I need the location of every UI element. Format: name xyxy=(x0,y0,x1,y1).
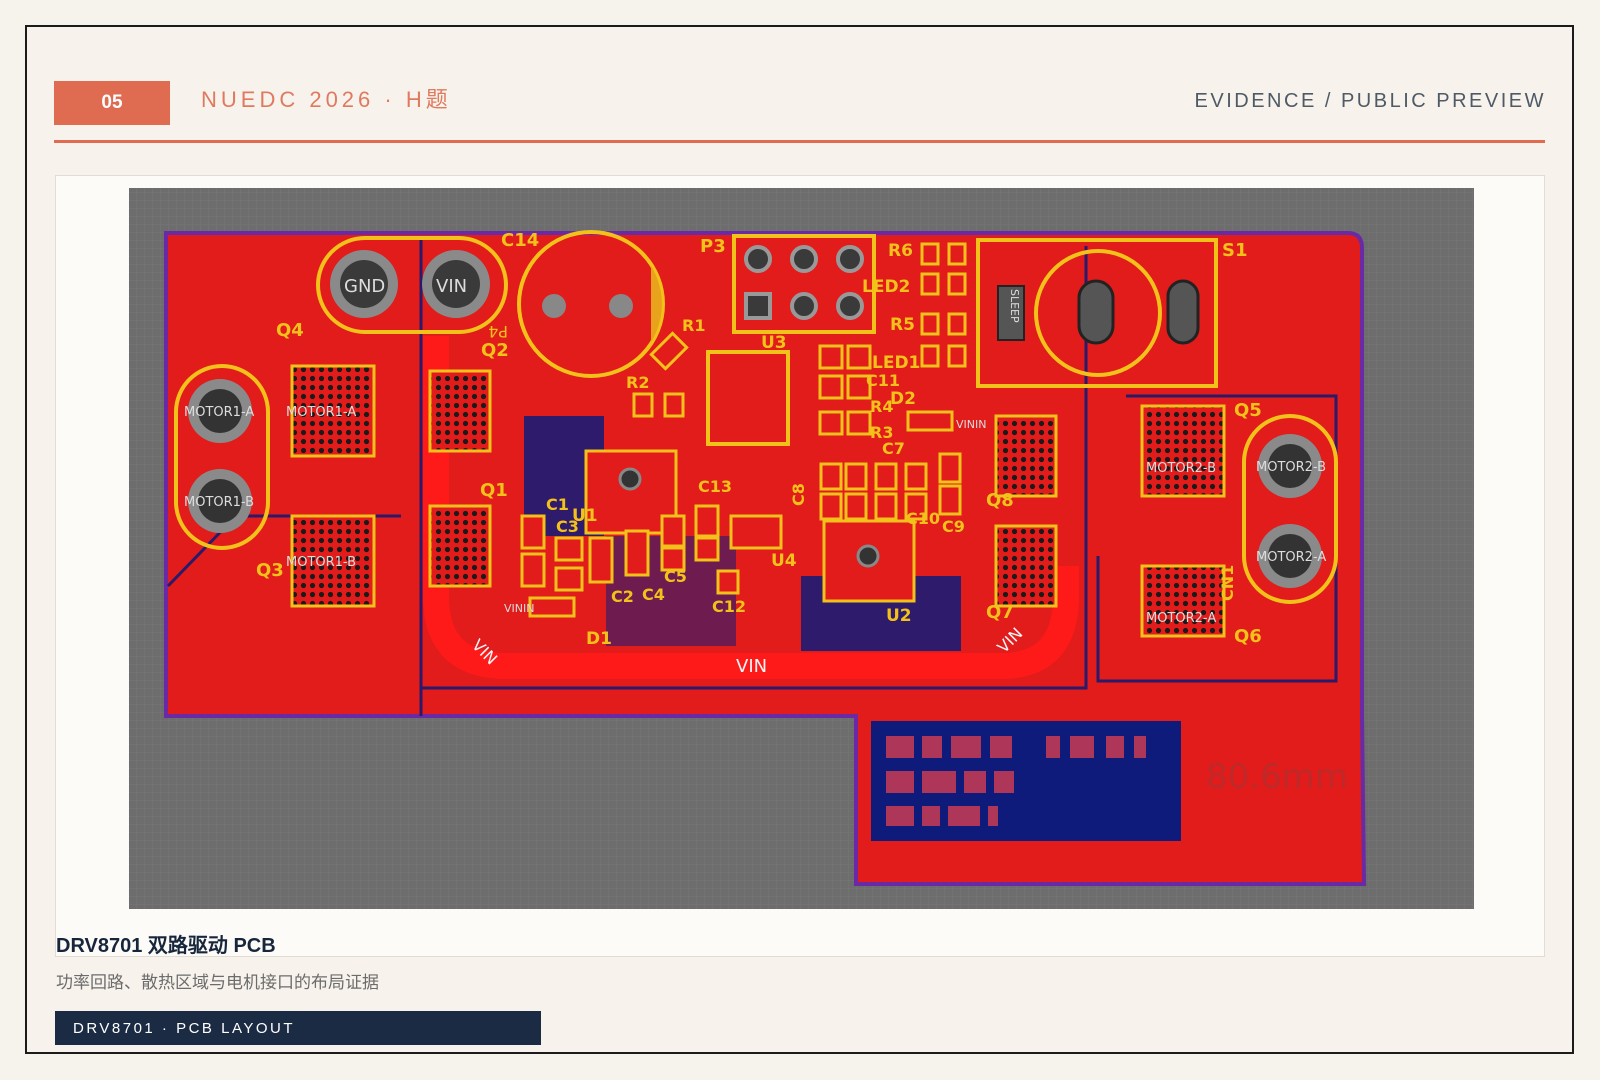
c2-label: C2 xyxy=(611,587,634,606)
mosfet-q1 xyxy=(428,504,492,588)
mosfet-q8 xyxy=(994,414,1058,498)
r2-label: R2 xyxy=(626,373,649,392)
q7-label: Q7 xyxy=(986,602,1014,623)
mosfet-q2 xyxy=(428,369,492,453)
header-title: NUEDC 2026 · H题 xyxy=(201,87,452,112)
c8-label: C8 xyxy=(789,483,808,506)
s1-label: S1 xyxy=(1222,240,1248,261)
led1-label: LED1 xyxy=(872,353,920,373)
led2-label: LED2 xyxy=(862,277,910,297)
c3-label: C3 xyxy=(556,517,579,536)
r6-label: R6 xyxy=(888,241,913,261)
vin-terminal-label: VIN xyxy=(436,276,467,297)
footer-tag: DRV8701 · PCB LAYOUT xyxy=(55,1011,541,1045)
u4-label: U4 xyxy=(771,551,797,571)
q4-label: Q4 xyxy=(276,320,304,341)
pcb-layout-image: 80.6mm VIN VIN VIN GND VIN C14 P4 P3 S1 … xyxy=(129,188,1474,909)
header-right-label: EVIDENCE / PUBLIC PREVIEW xyxy=(1194,90,1546,112)
c11-label: C11 xyxy=(866,371,900,390)
pcb-figure: 80.6mm VIN VIN VIN GND VIN C14 P4 P3 S1 … xyxy=(55,175,1545,957)
gnd-terminal-label: GND xyxy=(344,276,385,297)
motor1-b-label: MOTOR1-B xyxy=(286,555,356,570)
c9-label: C9 xyxy=(942,517,965,536)
figure-caption-subtitle: 功率回路、散热区域与电机接口的布局证据 xyxy=(56,973,379,993)
q8-label: Q8 xyxy=(986,490,1014,511)
motor2-b-label: MOTOR2-B xyxy=(1146,461,1216,476)
d1-label: D1 xyxy=(586,629,612,649)
motor1-a-pad-label: MOTOR1-A xyxy=(184,405,254,420)
d2-label: D2 xyxy=(890,389,916,409)
c5-label: C5 xyxy=(664,567,687,586)
page-number-badge: 05 xyxy=(54,81,170,125)
motor2-a-pad-label: MOTOR2-A xyxy=(1256,550,1326,565)
d1-diode xyxy=(528,596,576,618)
c4-label: C4 xyxy=(642,585,665,604)
r5-label: R5 xyxy=(890,315,915,335)
figure-caption-title: DRV8701 双路驱动 PCB xyxy=(56,935,276,957)
motor1-a-label: MOTOR1-A xyxy=(286,405,356,420)
u3-label: U3 xyxy=(761,333,787,353)
q1-label: Q1 xyxy=(480,480,508,501)
r1-label: R1 xyxy=(682,316,705,335)
q2-label: Q2 xyxy=(481,340,509,361)
mosfet-q5 xyxy=(1140,404,1226,498)
u2-label: U2 xyxy=(886,606,912,626)
header-divider xyxy=(54,140,1545,143)
c14-label: C14 xyxy=(501,230,539,251)
c1-label: C1 xyxy=(546,495,569,514)
c13-label: C13 xyxy=(698,477,732,496)
q5-label: Q5 xyxy=(1234,400,1262,421)
c7-label: C7 xyxy=(882,439,905,458)
motor2-b-pad-label: MOTOR2-B xyxy=(1256,460,1326,475)
c10-label: C10 xyxy=(906,509,940,528)
page-number: 05 xyxy=(101,92,123,113)
vinin-label-right: VININ xyxy=(956,418,986,431)
motor2-a-label: MOTOR2-A xyxy=(1146,611,1216,626)
d2-diode xyxy=(906,410,954,432)
p3-label: P3 xyxy=(700,236,726,257)
motor1-b-pad-label: MOTOR1-B xyxy=(184,495,254,510)
u4-ic xyxy=(729,514,783,550)
p4-label: P4 xyxy=(488,322,508,341)
c12-label: C12 xyxy=(712,597,746,616)
q6-label: Q6 xyxy=(1234,626,1262,647)
r4-label: R4 xyxy=(870,397,893,416)
vin-trace-label: VIN xyxy=(736,656,767,677)
mosfet-q7 xyxy=(994,524,1058,608)
q3-label: Q3 xyxy=(256,560,284,581)
sleep-label: SLEEP xyxy=(1008,289,1021,323)
cn1-label: CN1 xyxy=(1218,565,1237,601)
vinin-label-left: VININ xyxy=(504,602,534,615)
dimension-label: 80.6mm xyxy=(1206,757,1348,797)
